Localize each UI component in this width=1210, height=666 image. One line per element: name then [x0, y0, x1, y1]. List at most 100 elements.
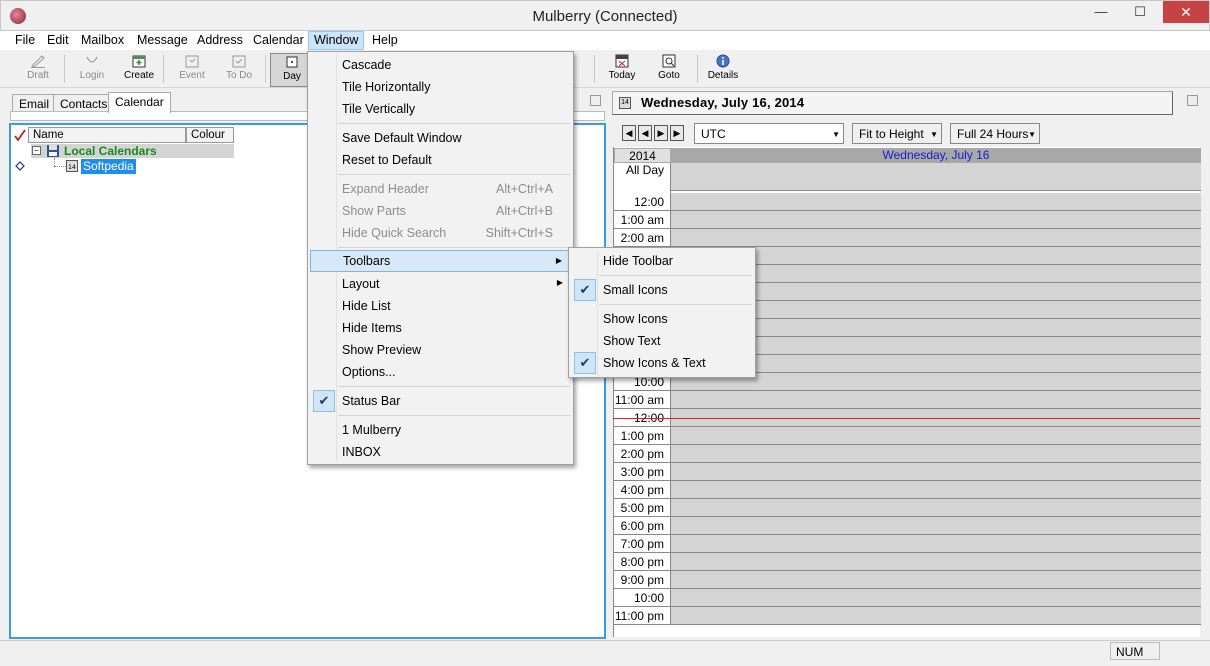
- menu-item-hide-list[interactable]: Hide List: [310, 295, 571, 317]
- draft-button[interactable]: Draft: [16, 53, 60, 87]
- range-dropdown[interactable]: Full 24 Hours ▼: [950, 123, 1040, 144]
- login-button[interactable]: Login: [70, 53, 114, 87]
- hour-slot[interactable]: [671, 535, 1201, 553]
- hour-row[interactable]: 5:00 pm: [614, 499, 1201, 517]
- hour-row[interactable]: 11:00 pm: [614, 607, 1201, 625]
- hour-row[interactable]: 7:00 pm: [614, 535, 1201, 553]
- menu-item-options[interactable]: Options...: [310, 361, 571, 383]
- menu-item-tile-horizontally[interactable]: Tile Horizontally: [310, 76, 571, 98]
- hour-row[interactable]: 11:00 am: [614, 391, 1201, 409]
- hour-row[interactable]: 4:00 pm: [614, 481, 1201, 499]
- menu-item-cascade[interactable]: Cascade: [310, 54, 571, 76]
- menu-item-show-preview[interactable]: Show Preview: [310, 339, 571, 361]
- hour-row[interactable]: 1:00 pm: [614, 427, 1201, 445]
- menu-address[interactable]: Address: [197, 33, 243, 47]
- next-day-button[interactable]: ▶: [654, 125, 668, 141]
- create-button[interactable]: Create: [117, 53, 161, 87]
- local-calendars-label: Local Calendars: [64, 144, 157, 158]
- event-button[interactable]: Event: [170, 53, 214, 87]
- hour-slot[interactable]: [671, 445, 1201, 463]
- last-day-button[interactable]: ▶: [670, 125, 684, 141]
- dock-icon[interactable]: [1187, 95, 1198, 106]
- hour-label: 10:00 pm: [614, 589, 671, 619]
- hour-row[interactable]: 10:00 pm: [614, 589, 1201, 619]
- hour-slot[interactable]: [671, 589, 1201, 607]
- hour-slot[interactable]: [671, 463, 1201, 481]
- tree-item-softpedia[interactable]: Softpedia: [81, 159, 136, 174]
- details-button[interactable]: Details: [701, 53, 745, 87]
- today-button[interactable]: Today: [600, 53, 644, 87]
- hour-slot[interactable]: [671, 193, 1201, 211]
- dock-icon[interactable]: [590, 95, 601, 106]
- all-day-slot[interactable]: [671, 163, 1201, 191]
- tab-email[interactable]: Email: [12, 94, 57, 112]
- fit-dropdown[interactable]: Fit to Height ▼: [852, 123, 942, 144]
- menu-item-reset-to-default[interactable]: Reset to Default: [310, 149, 571, 171]
- hour-slot[interactable]: [671, 229, 1201, 247]
- menu-item-layout[interactable]: Layout ▶: [310, 273, 571, 295]
- hour-row[interactable]: 1:00 am: [614, 211, 1201, 229]
- menu-item-show-icons-and-text[interactable]: ✔ Show Icons & Text: [571, 352, 753, 374]
- previous-day-button[interactable]: ◀: [638, 125, 652, 141]
- menu-item-1-mulberry[interactable]: 1 Mulberry: [310, 419, 571, 441]
- menu-item-hide-toolbar[interactable]: Hide Toolbar: [571, 250, 753, 272]
- num-lock-indicator: NUM: [1110, 642, 1160, 660]
- hour-row[interactable]: 2:00 pm: [614, 445, 1201, 463]
- close-button[interactable]: ✕: [1163, 1, 1209, 23]
- menu-item-hide-quick-search[interactable]: Hide Quick Search Shift+Ctrl+S: [310, 222, 571, 244]
- menu-item-hide-items[interactable]: Hide Items: [310, 317, 571, 339]
- day-header[interactable]: Wednesday, July 16: [671, 148, 1201, 163]
- menu-calendar[interactable]: Calendar: [253, 33, 304, 47]
- menu-message[interactable]: Message: [137, 33, 188, 47]
- tab-contacts[interactable]: Contacts: [53, 94, 115, 112]
- hour-slot[interactable]: [671, 499, 1201, 517]
- hour-slot[interactable]: [671, 481, 1201, 499]
- minimize-button[interactable]: —: [1084, 1, 1118, 23]
- menu-edit[interactable]: Edit: [47, 33, 69, 47]
- tree-item-local-calendars[interactable]: − Local Calendars: [31, 144, 234, 158]
- menu-help[interactable]: Help: [372, 33, 398, 47]
- hour-slot[interactable]: [671, 571, 1201, 589]
- maximize-button[interactable]: ☐: [1123, 1, 1157, 23]
- checkmark-icon[interactable]: [13, 128, 27, 142]
- menu-mailbox[interactable]: Mailbox: [81, 33, 124, 47]
- menu-window[interactable]: Window: [308, 31, 365, 50]
- menu-item-show-parts[interactable]: Show Parts Alt+Ctrl+B: [310, 200, 571, 222]
- hour-row[interactable]: 6:00 pm: [614, 517, 1201, 535]
- menu-item-status-bar[interactable]: ✔ Status Bar: [310, 390, 571, 412]
- hour-row[interactable]: 2:00 am: [614, 229, 1201, 247]
- menu-item-small-icons[interactable]: ✔ Small Icons: [571, 279, 753, 301]
- tab-calendar[interactable]: Calendar: [108, 92, 171, 113]
- first-day-button[interactable]: ◀: [622, 125, 636, 141]
- hour-row[interactable]: 3:00 pm: [614, 463, 1201, 481]
- hour-row[interactable]: 12:00 am: [614, 193, 1201, 223]
- hour-label: 11:00 am: [614, 391, 671, 409]
- menu-item-show-text[interactable]: Show Text: [571, 330, 753, 352]
- hour-row[interactable]: 8:00 pm: [614, 553, 1201, 571]
- hour-row[interactable]: 9:00 pm: [614, 571, 1201, 589]
- hour-slot[interactable]: [671, 517, 1201, 535]
- menu-item-expand-header[interactable]: Expand Header Alt+Ctrl+A: [310, 178, 571, 200]
- menu-item-toolbars[interactable]: Toolbars ▶: [310, 250, 571, 272]
- status-bar: NUM: [0, 640, 1210, 666]
- timezone-dropdown[interactable]: UTC ▼: [694, 123, 844, 144]
- menu-item-save-default-window[interactable]: Save Default Window: [310, 127, 571, 149]
- collapse-icon[interactable]: −: [32, 146, 41, 155]
- hour-slot[interactable]: [671, 607, 1201, 625]
- hour-label: 1:00 am: [614, 211, 671, 229]
- hour-slot[interactable]: [671, 391, 1201, 409]
- todo-button[interactable]: To Do: [217, 53, 261, 87]
- menu-item-show-icons[interactable]: Show Icons: [571, 308, 753, 330]
- hour-slot[interactable]: [671, 553, 1201, 571]
- all-day-label: All Day: [614, 163, 671, 193]
- hour-slot[interactable]: [671, 211, 1201, 229]
- column-header-name[interactable]: Name: [28, 127, 186, 143]
- menu-file[interactable]: File: [15, 33, 35, 47]
- hour-label: 11:00 pm: [614, 607, 671, 625]
- hour-slot[interactable]: [671, 427, 1201, 445]
- column-header-colour[interactable]: Colour: [186, 127, 234, 143]
- menu-item-tile-vertically[interactable]: Tile Vertically: [310, 98, 571, 120]
- menu-item-inbox[interactable]: INBOX: [310, 441, 571, 463]
- goto-button[interactable]: Goto: [647, 53, 691, 87]
- day-title: Wednesday, July 16, 2014: [641, 95, 805, 110]
